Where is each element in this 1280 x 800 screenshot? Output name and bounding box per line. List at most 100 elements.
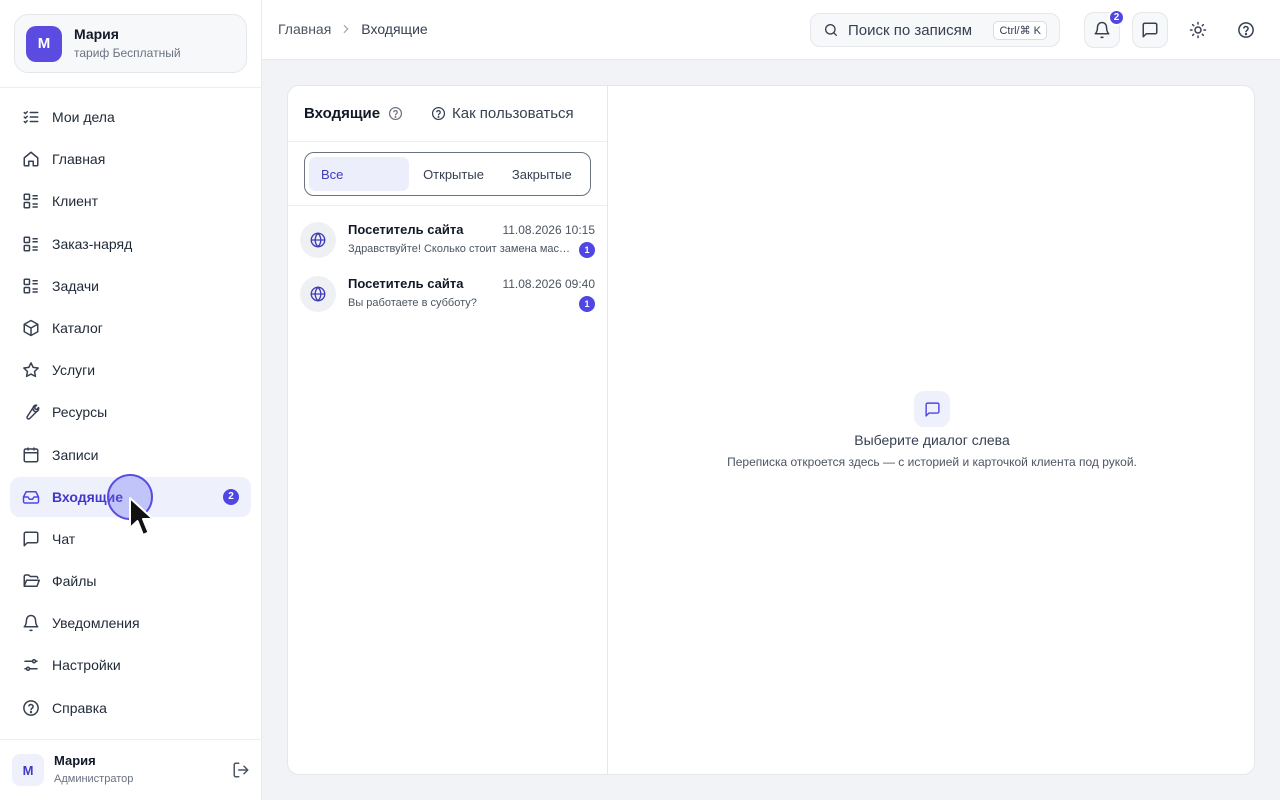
org-name: Мария — [74, 26, 119, 42]
sidebar-item-label: Мои дела — [52, 109, 115, 125]
help-icon — [22, 699, 40, 717]
unread-badge: 1 — [579, 242, 595, 258]
sidebar-item-label: Уведомления — [52, 615, 140, 632]
sidebar-item-services[interactable]: Услуги — [10, 350, 251, 390]
help-icon[interactable] — [388, 106, 403, 121]
sidebar-item-label: Услуги — [52, 362, 96, 379]
conversation-name: Посетитель сайта — [348, 222, 464, 237]
home-icon — [22, 150, 40, 168]
sidebar-item-catalog[interactable]: Каталог — [10, 308, 251, 348]
org-avatar: М — [26, 25, 62, 62]
sidebar-item-label: Заказ-наряд — [52, 235, 133, 252]
sidebar-item-label: Клиент — [52, 193, 99, 210]
how-to-use-label: Как пользоваться — [452, 105, 574, 122]
conversation-name: Посетитель сайта — [348, 276, 464, 291]
filter-all[interactable]: Все — [309, 157, 410, 191]
sidebar-item-resources[interactable]: Ресурсы — [10, 392, 251, 432]
sidebar: М Мария тариф Бесплатный Мои дела Главна… — [0, 0, 262, 800]
conversation-item[interactable]: Посетитель сайта 11.08.2026 09:40 Вы раб… — [288, 268, 607, 322]
chat-icon — [22, 530, 40, 548]
sidebar-item-client[interactable]: Клиент — [10, 181, 251, 221]
list-check-icon — [22, 108, 40, 126]
conversation-item[interactable]: Посетитель сайта 11.08.2026 10:15 Здравс… — [288, 214, 607, 268]
mouse-pointer-icon — [129, 497, 154, 536]
filter-closed[interactable]: Закрытые — [498, 157, 586, 191]
globe-icon — [300, 222, 336, 258]
search-shortcut: Ctrl/⌘ K — [993, 21, 1047, 40]
globe-icon — [300, 276, 336, 312]
user-profile: М Мария Администратор — [12, 753, 250, 787]
avatar[interactable]: М — [12, 754, 44, 786]
sidebar-item-work-orders[interactable]: Заказ-наряд — [10, 224, 251, 264]
sidebar-item-my-tasks[interactable]: Мои дела — [10, 97, 251, 137]
empty-state: Выберите диалог слева Переписка откроетс… — [608, 86, 1254, 774]
logout-icon[interactable] — [232, 761, 250, 779]
unread-badge: 1 — [579, 296, 595, 312]
sidebar-item-label: Главная — [52, 151, 106, 168]
user-role: Администратор — [54, 773, 134, 785]
help-icon — [1237, 21, 1255, 39]
sidebar-item-tasks[interactable]: Задачи — [10, 266, 251, 306]
chat-button[interactable] — [1132, 12, 1168, 48]
wrench-icon — [22, 403, 40, 421]
conversation-preview: Здравствуйте! Сколько стоит замена масла… — [348, 243, 572, 255]
breadcrumb-current: Входящие — [361, 21, 428, 37]
search-input[interactable]: Поиск по записям Ctrl/⌘ K — [810, 13, 1060, 47]
breadcrumb: Главная Входящие — [278, 21, 428, 37]
status-filter: Все Открытые Закрытые — [304, 152, 591, 196]
bell-icon — [22, 614, 40, 632]
org-switcher[interactable]: М Мария тариф Бесплатный — [14, 14, 247, 73]
filter-open[interactable]: Открытые — [409, 157, 497, 191]
list-grid-icon — [22, 192, 40, 210]
empty-state-title: Выберите диалог слева — [854, 432, 1010, 448]
chat-icon — [1141, 21, 1159, 39]
help-icon — [431, 106, 452, 121]
calendar-icon — [22, 446, 40, 464]
sidebar-item-label: Ресурсы — [52, 404, 108, 421]
inbox-header: Входящие Как пользоваться — [288, 86, 607, 142]
inbox-count-badge: 2 — [223, 488, 239, 505]
topbar: Главная Входящие Поиск по записям Ctrl/⌘… — [262, 0, 1280, 60]
star-icon — [22, 361, 40, 379]
sidebar-item-label: Чат — [52, 530, 76, 547]
conversation-list-column: Входящие Как пользоваться Все Открытые З… — [288, 86, 608, 774]
list-grid-icon — [22, 277, 40, 295]
sun-icon — [1189, 21, 1207, 39]
sidebar-item-label: Справка — [52, 699, 107, 716]
list-grid-icon — [22, 235, 40, 253]
notifications-button[interactable]: 2 — [1084, 9, 1125, 48]
chat-icon — [914, 391, 950, 427]
inbox-title: Входящие — [304, 105, 381, 122]
search-icon — [823, 22, 839, 38]
package-icon — [22, 319, 40, 337]
sidebar-item-help[interactable]: Справка — [10, 688, 251, 728]
inbox-icon — [22, 488, 40, 506]
sidebar-item-bookings[interactable]: Записи — [10, 435, 251, 475]
sidebar-item-files[interactable]: Файлы — [10, 561, 251, 601]
sidebar-item-label: Каталог — [52, 319, 103, 336]
breadcrumb-home[interactable]: Главная — [278, 21, 331, 37]
user-name: Мария — [54, 753, 96, 768]
sidebar-item-notifications[interactable]: Уведомления — [10, 603, 251, 643]
sidebar-divider — [0, 87, 261, 88]
sliders-icon — [22, 656, 40, 674]
sidebar-divider — [0, 739, 261, 740]
bell-icon — [1093, 21, 1111, 39]
conversation-time: 11.08.2026 09:40 — [502, 277, 595, 291]
sidebar-item-label: Записи — [52, 446, 99, 463]
help-button[interactable] — [1228, 12, 1264, 48]
folder-icon — [22, 572, 40, 590]
search-placeholder: Поиск по записям — [848, 21, 973, 39]
empty-state-subtitle: Переписка откроется здесь — с историей и… — [727, 455, 1137, 469]
filter-bar: Все Открытые Закрытые — [288, 142, 607, 206]
theme-toggle-button[interactable] — [1180, 12, 1216, 48]
sidebar-item-label: Файлы — [52, 573, 97, 590]
notifications-badge: 2 — [1108, 9, 1125, 26]
sidebar-nav: Мои дела Главная Клиент Заказ-наряд Зада… — [10, 97, 251, 730]
sidebar-item-home[interactable]: Главная — [10, 139, 251, 179]
main-area: Входящие Как пользоваться Все Открытые З… — [262, 60, 1280, 800]
sidebar-item-label: Настройки — [52, 657, 121, 674]
how-to-use-link[interactable]: Как пользоваться — [431, 105, 574, 122]
sidebar-item-settings[interactable]: Настройки — [10, 645, 251, 685]
sidebar-item-label: Задачи — [52, 277, 100, 294]
